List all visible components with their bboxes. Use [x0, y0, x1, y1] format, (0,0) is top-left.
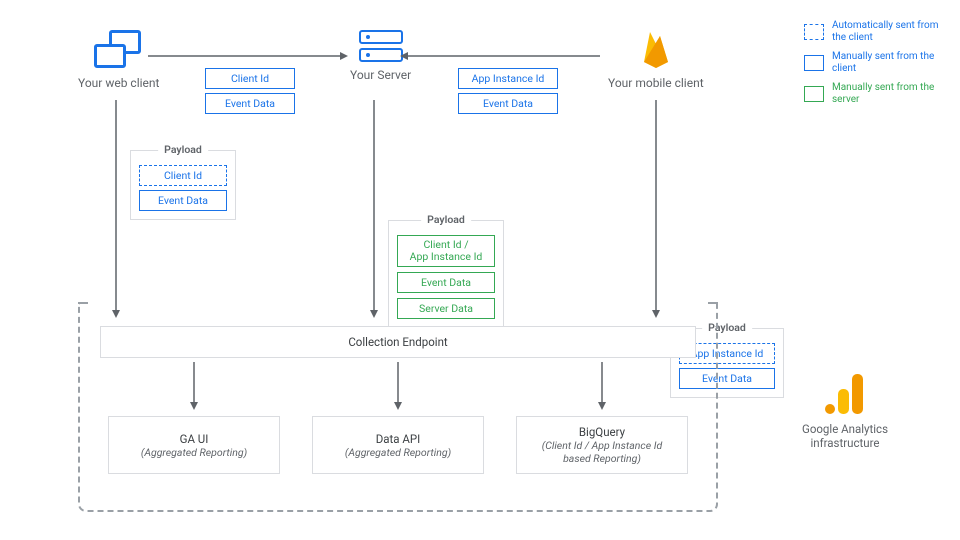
- chip-event-data: Event Data: [397, 272, 495, 293]
- legend: Automatically sent from the client Manua…: [804, 20, 942, 105]
- node-label: Your mobile client: [608, 76, 704, 90]
- legend-item-auto-client: Automatically sent from the client: [804, 20, 942, 43]
- arrow-mobile-down: [650, 100, 662, 318]
- payload-title: Payload: [158, 143, 208, 156]
- legend-item-manual-client: Manually sent from the client: [804, 51, 942, 74]
- collection-endpoint-label: Collection Endpoint: [348, 335, 447, 349]
- chip-client-id: Client Id: [205, 68, 295, 89]
- payload-title: Payload: [421, 213, 471, 226]
- node-mobile-client: Your mobile client: [608, 26, 704, 90]
- chips-web-to-server: Client Id Event Data: [205, 68, 295, 114]
- legend-swatch: [804, 86, 824, 102]
- chip-event-data: Event Data: [458, 93, 558, 114]
- report-subtitle: (Client Id / App Instance Id based Repor…: [527, 439, 677, 465]
- chip-client-id: Client Id: [139, 165, 227, 186]
- report-title: BigQuery: [527, 425, 677, 439]
- google-analytics-icon: [825, 374, 865, 414]
- infra-label: Google Analytics infrastructure: [780, 422, 910, 450]
- legend-label: Automatically sent from the client: [832, 20, 942, 43]
- ga-logo-block: Google Analytics infrastructure: [780, 374, 910, 450]
- payload-web: Payload Client Id Event Data: [130, 150, 236, 220]
- report-ga-ui: GA UI (Aggregated Reporting): [108, 416, 280, 474]
- legend-swatch: [804, 24, 824, 40]
- chips-mobile-to-server: App Instance Id Event Data: [458, 68, 558, 114]
- collection-endpoint: Collection Endpoint: [100, 326, 696, 358]
- firebase-icon: [636, 26, 676, 72]
- bracket-tick: [78, 302, 88, 304]
- arrow-server-down: [368, 100, 380, 318]
- legend-label: Manually sent from the client: [832, 51, 942, 74]
- bracket-tick: [708, 302, 718, 304]
- chip-app-instance-id: App Instance Id: [458, 68, 558, 89]
- legend-label: Manually sent from the server: [832, 82, 942, 105]
- legend-item-manual-server: Manually sent from the server: [804, 82, 942, 105]
- report-subtitle: (Aggregated Reporting): [119, 446, 269, 459]
- report-title: GA UI: [119, 432, 269, 446]
- report-bigquery: BigQuery (Client Id / App Instance Id ba…: [516, 416, 688, 474]
- arrow-to-data-api: [392, 362, 404, 410]
- report-subtitle: (Aggregated Reporting): [323, 446, 473, 459]
- report-data-api: Data API (Aggregated Reporting): [312, 416, 484, 474]
- report-title: Data API: [323, 432, 473, 446]
- arrow-web-down: [110, 100, 122, 318]
- server-icon: [359, 30, 403, 62]
- node-label: Your web client: [78, 76, 159, 90]
- node-label: Your Server: [350, 68, 411, 82]
- arrow-to-ga-ui: [188, 362, 200, 410]
- chip-client-or-app-id: Client Id / App Instance Id: [397, 235, 495, 267]
- arrow-mobile-to-server: [400, 50, 600, 62]
- web-client-icon: [94, 30, 144, 70]
- arrow-to-bigquery: [596, 362, 608, 410]
- legend-swatch: [804, 55, 824, 71]
- chip-event-data: Event Data: [139, 190, 227, 211]
- arrow-web-to-server: [148, 50, 348, 62]
- chip-event-data: Event Data: [205, 93, 295, 114]
